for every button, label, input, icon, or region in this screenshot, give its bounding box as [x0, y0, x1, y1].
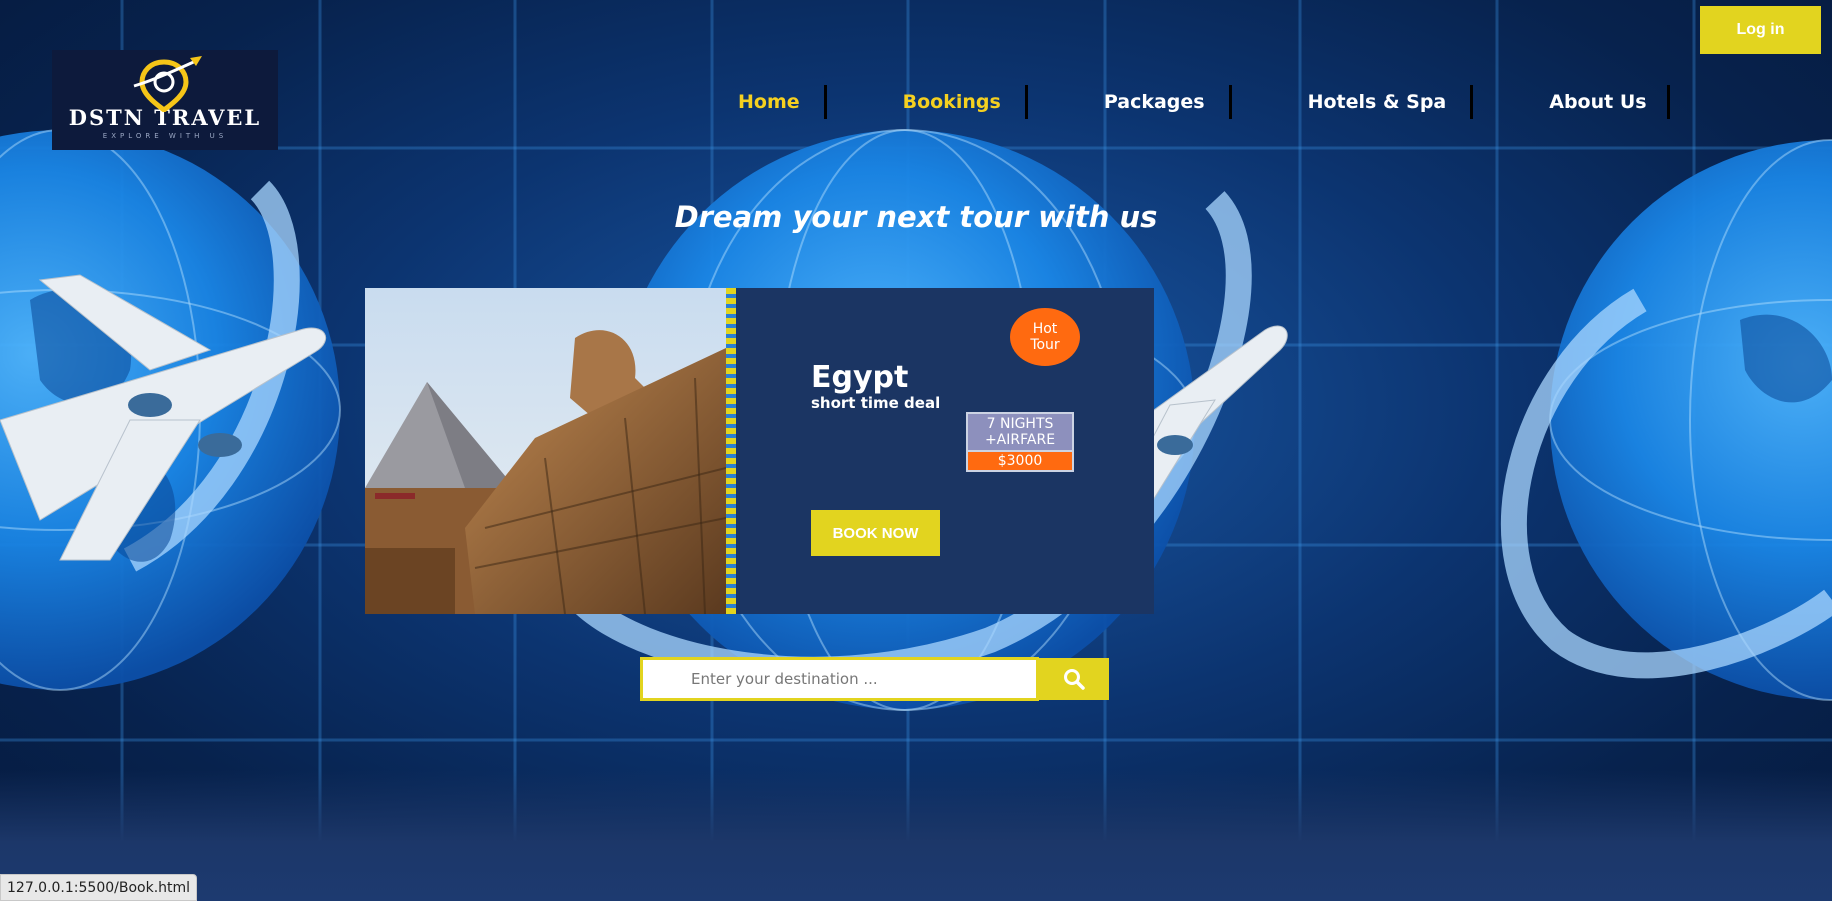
nav-item-packages: Packages — [1104, 84, 1232, 120]
offer-airfare: +AIRFARE — [984, 432, 1056, 448]
offer-details: 7 NIGHTS +AIRFARE — [968, 414, 1072, 450]
nav-separator — [1228, 85, 1232, 119]
offer-box: 7 NIGHTS +AIRFARE $3000 — [966, 412, 1074, 472]
destination-search-input[interactable] — [640, 657, 1039, 701]
tour-card: Hot Tour Egypt short time deal 7 NIGHTS … — [365, 288, 1154, 614]
main-nav: Home Bookings Packages Hotels & Spa Abou… — [738, 84, 1670, 120]
nav-separator — [1470, 85, 1474, 119]
nav-item-home: Home — [738, 84, 827, 120]
nav-item-bookings: Bookings — [903, 84, 1028, 120]
hero-headline: Dream your next tour with us — [674, 200, 1158, 234]
tour-photo — [365, 288, 726, 614]
hot-tour-badge: Hot Tour — [1010, 308, 1080, 366]
nav-item-about-us: About Us — [1549, 84, 1670, 120]
offer-price: $3000 — [968, 450, 1072, 470]
nav-link-packages[interactable]: Packages — [1104, 91, 1205, 113]
hot-badge-line1: Hot — [1032, 321, 1058, 337]
book-now-button[interactable]: BOOK NOW — [811, 510, 940, 556]
nav-link-about-us[interactable]: About Us — [1549, 91, 1646, 113]
hot-badge-line2: Tour — [1030, 337, 1060, 353]
nav-separator — [1024, 85, 1028, 119]
logo-tagline: EXPLORE WITH US — [102, 132, 228, 140]
nav-item-hotels-spa: Hotels & Spa — [1308, 84, 1474, 120]
card-divider — [726, 288, 736, 614]
login-button[interactable]: Log in — [1700, 6, 1821, 54]
nav-link-bookings[interactable]: Bookings — [903, 91, 1001, 113]
destination-title: Egypt — [811, 360, 909, 395]
logo[interactable]: DSTN TRAVEL EXPLORE WITH US — [52, 50, 278, 150]
nav-link-hotels-spa[interactable]: Hotels & Spa — [1308, 91, 1447, 113]
status-bar-url: 127.0.0.1:5500/Book.html — [0, 874, 198, 901]
search-button[interactable] — [1039, 658, 1109, 700]
nav-separator — [1666, 85, 1670, 119]
offer-nights: 7 NIGHTS — [986, 416, 1054, 432]
tour-info-panel: Hot Tour Egypt short time deal 7 NIGHTS … — [736, 288, 1154, 614]
search-bar — [640, 657, 1109, 701]
location-pin-plane-icon — [133, 56, 202, 112]
nav-separator — [823, 85, 827, 119]
nav-link-home[interactable]: Home — [738, 91, 800, 113]
search-icon — [1064, 669, 1085, 690]
destination-subtitle: short time deal — [811, 394, 941, 412]
